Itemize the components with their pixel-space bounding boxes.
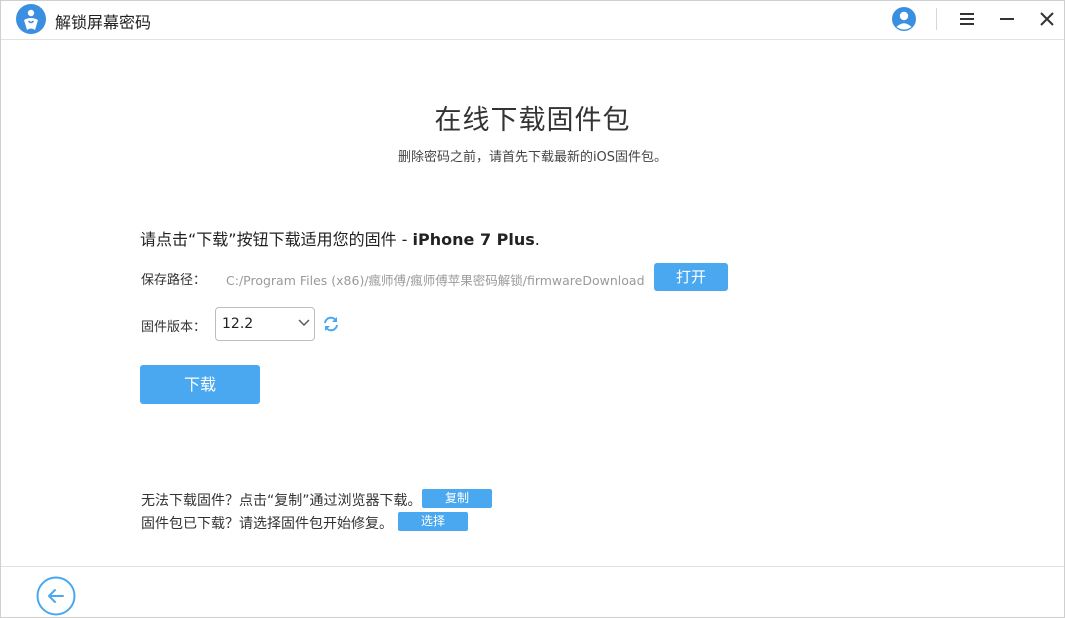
app-logo-icon [16, 4, 46, 34]
save-path-label: 保存路径： [141, 273, 207, 288]
footer-divider [1, 566, 1064, 567]
app-title: 解锁屏幕密码 [55, 13, 152, 32]
firmware-version-select[interactable]: 12.2 [215, 307, 315, 341]
user-avatar-icon[interactable] [891, 6, 917, 32]
copy-link-button[interactable]: 复制 [422, 489, 492, 508]
page-subtitle: 删除密码之前，请首先下载最新的iOS固件包。 [397, 150, 668, 165]
download-instruction: 请点击“下载”按钮下载适用您的固件 - iPhone 7 Plus. [140, 226, 540, 250]
hamburger-menu-icon[interactable] [955, 7, 979, 31]
minimize-icon[interactable] [995, 7, 1019, 31]
title-bar: 解锁屏幕密码 [1, 1, 1064, 40]
arrow-left-icon[interactable] [36, 576, 76, 616]
instruction-suffix: . [534, 230, 540, 249]
close-icon[interactable] [1035, 7, 1059, 31]
download-button[interactable]: 下载 [140, 365, 260, 404]
select-firmware-button[interactable]: 选择 [398, 512, 468, 531]
firmware-version-label: 固件版本： [141, 320, 207, 335]
copy-help-text: 无法下载固件？点击“复制”通过浏览器下载。 [141, 493, 422, 509]
instruction-prefix: 请点击“下载”按钮下载适用您的固件 - [140, 230, 413, 249]
page-title: 在线下载固件包 [434, 105, 631, 136]
firmware-version-value: 12.2 [222, 316, 254, 332]
open-folder-button[interactable]: 打开 [654, 263, 728, 291]
save-path-value: C:/Program Files (x86)/瘋师傅/瘋师傅苹果密码解锁/fir… [226, 273, 645, 288]
select-help-text: 固件包已下载？请选择固件包开始修复。 [141, 516, 393, 532]
app-window: 解锁屏幕密码 在线下载固件包 删除密码之前，请首先下载最新的iOS固件包。 请点… [0, 0, 1065, 618]
chevron-down-icon [298, 319, 310, 326]
title-bar-divider [936, 8, 937, 30]
device-model: iPhone 7 Plus [412, 230, 535, 249]
refresh-icon[interactable] [321, 314, 341, 334]
